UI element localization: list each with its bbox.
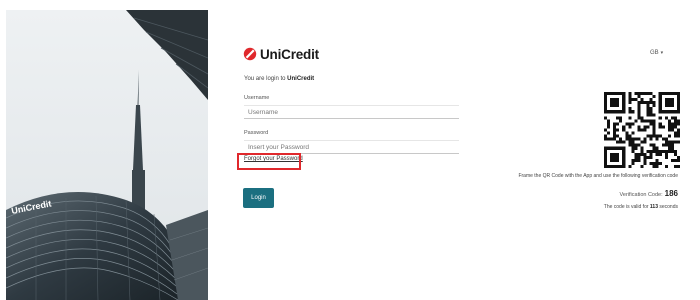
- validity-seconds: 113: [649, 204, 658, 210]
- chevron-down-icon: ▾: [660, 50, 664, 56]
- hero-building-image: UniCredit: [6, 10, 208, 300]
- username-input[interactable]: [244, 105, 459, 119]
- intro-brand: UniCredit: [287, 76, 315, 82]
- language-selector[interactable]: GB ▾: [650, 50, 663, 56]
- intro-prefix: You are login to: [244, 76, 286, 82]
- unicredit-logo-icon: [243, 47, 257, 61]
- qr-instruction-text: Frame the QR Code with the App and use t…: [518, 173, 678, 179]
- verification-code-line: Verification Code: 186: [620, 189, 678, 198]
- language-code: GB: [650, 50, 659, 56]
- verification-code: 186: [664, 189, 678, 198]
- password-label: Password: [244, 130, 269, 136]
- validity-prefix: The code is valid for: [603, 204, 649, 210]
- validity-suffix: seconds: [659, 204, 678, 210]
- login-intro-text: You are login to UniCredit: [244, 76, 314, 82]
- username-label: Username: [244, 95, 270, 101]
- brand-logo: UniCredit: [243, 45, 319, 63]
- highlight-box: [237, 153, 301, 170]
- verification-label: Verification Code:: [619, 192, 663, 198]
- code-validity-text: The code is valid for 113 seconds: [604, 204, 678, 210]
- brand-name: UniCredit: [260, 46, 319, 62]
- qr-code-image: [604, 92, 680, 168]
- login-button[interactable]: Login: [243, 188, 274, 208]
- password-input[interactable]: [244, 140, 459, 154]
